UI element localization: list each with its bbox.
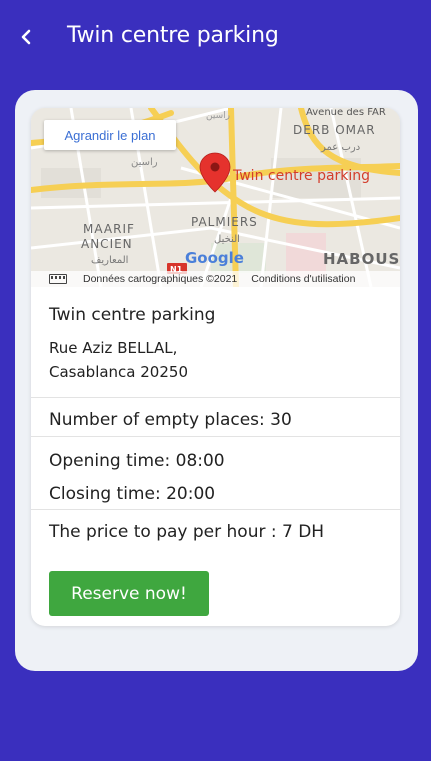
map-label-ancien: ANCIEN — [81, 237, 133, 251]
price-per-hour: The price to pay per hour : 7 DH — [49, 522, 325, 542]
parking-name: Twin centre parking — [49, 305, 216, 325]
app-header: Twin centre parking — [1, 1, 431, 75]
address-line-1: Rue Aziz BELLAL, — [49, 339, 178, 357]
map-label-rasin: راسين — [131, 157, 158, 168]
divider — [31, 509, 400, 510]
page-title: Twin centre parking — [67, 23, 279, 48]
map-label-habous: HABOUS — [323, 250, 400, 268]
map-label-avenue: Avenue des FAR — [306, 108, 386, 118]
back-arrow-icon — [21, 29, 31, 45]
map-label-derb-omar: DERB OMAR — [293, 123, 376, 137]
map-label-maarif: MAARIF — [83, 222, 135, 236]
map-label-maarif-ar: المعاريف — [91, 255, 128, 266]
map-footer: Données cartographiques ©2021 Conditions… — [31, 271, 400, 287]
map-marker-label: Twin centre parking — [232, 168, 370, 184]
enlarge-map-button[interactable]: Agrandir le plan — [44, 120, 176, 150]
back-button[interactable] — [13, 23, 39, 51]
reserve-button[interactable]: Reserve now! — [49, 571, 209, 616]
keyboard-icon[interactable] — [49, 274, 67, 284]
parking-card: راسين Avenue des FAR DERB OMAR درب عمر ر… — [31, 108, 400, 626]
empty-places: Number of empty places: 30 — [49, 410, 292, 430]
map-label-rasin-top: راسين — [206, 111, 230, 121]
map-label-palmiers: PALMIERS — [191, 215, 258, 229]
map-credits: Données cartographiques ©2021 — [83, 273, 238, 285]
opening-time: Opening time: 08:00 — [49, 451, 225, 471]
map-view[interactable]: راسين Avenue des FAR DERB OMAR درب عمر ر… — [31, 108, 400, 287]
map-label-palmiers-ar: النخيل — [214, 234, 240, 245]
divider — [31, 397, 400, 398]
map-label-derb-omar-ar: درب عمر — [320, 142, 360, 153]
closing-time: Closing time: 20:00 — [49, 484, 216, 504]
map-terms-link[interactable]: Conditions d'utilisation — [251, 273, 355, 285]
google-logo: Google — [185, 249, 244, 267]
divider — [31, 436, 400, 437]
details-container: راسين Avenue des FAR DERB OMAR درب عمر ر… — [15, 90, 418, 671]
address-line-2: Casablanca 20250 — [49, 363, 188, 381]
app-frame: Twin centre parking راسين Avenue des FAR… — [1, 1, 430, 760]
